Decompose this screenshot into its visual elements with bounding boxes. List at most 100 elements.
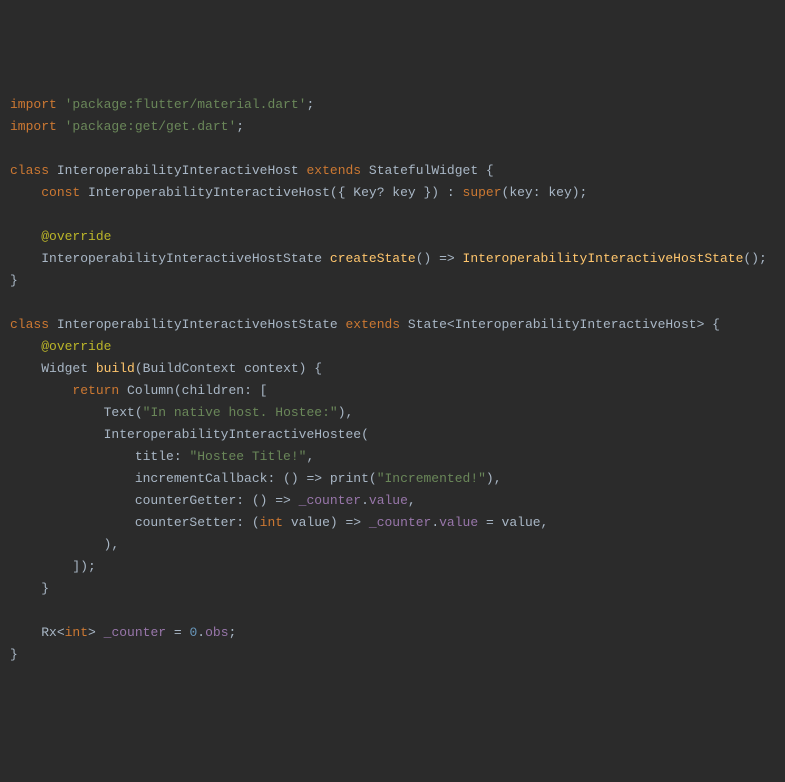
string-literal: 'package:flutter/material.dart' [65, 97, 307, 112]
close-paren-comma: ), [338, 405, 354, 420]
keyword: extends [346, 317, 401, 332]
code-line: } [10, 644, 775, 666]
named-arg: incrementCallback: () => [135, 471, 330, 486]
function-call: print [330, 471, 369, 486]
keyword: import [10, 119, 57, 134]
code-line [10, 204, 775, 226]
brace: { [704, 317, 720, 332]
code-line: } [10, 578, 775, 600]
named-arg: counterSetter: ( [135, 515, 260, 530]
semicolon: ; [229, 625, 237, 640]
method-name: createState [330, 251, 416, 266]
code-line [10, 600, 775, 622]
keyword: class [10, 317, 49, 332]
code-line: Text("In native host. Hostee:"), [10, 402, 775, 424]
comma: , [306, 449, 314, 464]
semicolon: ; [306, 97, 314, 112]
code-line: ]); [10, 556, 775, 578]
class-name: InteroperabilityInteractiveHost [57, 163, 299, 178]
named-arg: counterGetter: () => [135, 493, 299, 508]
code-line [10, 138, 775, 160]
generic-type: Rx< [41, 625, 64, 640]
code-line: incrementCallback: () => print("Incremen… [10, 468, 775, 490]
close-bracket-paren: ]); [72, 559, 95, 574]
string-literal: 'package:get/get.dart' [65, 119, 237, 134]
code-line: return Column(children: [ [10, 380, 775, 402]
code-editor[interactable]: import 'package:flutter/material.dart';i… [10, 94, 775, 666]
open-paren: ( [135, 405, 143, 420]
code-line: import 'package:flutter/material.dart'; [10, 94, 775, 116]
method-name: build [96, 361, 135, 376]
class-name: InteroperabilityInteractiveHostState [57, 317, 338, 332]
generic-close: > [88, 625, 104, 640]
keyword: return [72, 383, 119, 398]
string-literal: "Hostee Title!" [189, 449, 306, 464]
dot: . [431, 515, 439, 530]
code-line [10, 292, 775, 314]
param: value) => [283, 515, 369, 530]
arguments: (children: [ [174, 383, 268, 398]
comma: , [408, 493, 416, 508]
code-line: InteroperabilityInteractiveHostState cre… [10, 248, 775, 270]
brace: } [10, 273, 18, 288]
keyword: int [260, 515, 283, 530]
number-literal: 0 [189, 625, 197, 640]
brace: } [10, 647, 18, 662]
code-line: Rx<int> _counter = 0.obs; [10, 622, 775, 644]
code-line: InteroperabilityInteractiveHostee( [10, 424, 775, 446]
generic-type: State<InteroperabilityInteractiveHost> [408, 317, 704, 332]
super-args: (key: key); [502, 185, 588, 200]
keyword: super [463, 185, 502, 200]
return-type: InteroperabilityInteractiveHostState [41, 251, 322, 266]
constructor-call: InteroperabilityInteractiveHostState [463, 251, 744, 266]
code-line: } [10, 270, 775, 292]
keyword: const [41, 185, 80, 200]
code-line: counterGetter: () => _counter.value, [10, 490, 775, 512]
field-decl: _counter [104, 625, 166, 640]
close-paren-comma: ), [486, 471, 502, 486]
dot: . [361, 493, 369, 508]
keyword: extends [306, 163, 361, 178]
class-name: InteroperabilityInteractiveHost [88, 185, 330, 200]
property: value [369, 493, 408, 508]
open-paren: ( [369, 471, 377, 486]
field-ref: _counter [369, 515, 431, 530]
keyword: class [10, 163, 49, 178]
class-name: InteroperabilityInteractiveHostee [104, 427, 361, 442]
code-line: Widget build(BuildContext context) { [10, 358, 775, 380]
arrow-body: () => [416, 251, 463, 266]
property: obs [205, 625, 228, 640]
keyword: import [10, 97, 57, 112]
code-line: ), [10, 534, 775, 556]
code-line: @override [10, 336, 775, 358]
code-line: counterSetter: (int value) => _counter.v… [10, 512, 775, 534]
class-name: StatefulWidget [369, 163, 478, 178]
annotation: @override [41, 339, 111, 354]
assignment: = value, [478, 515, 548, 530]
field-ref: _counter [299, 493, 361, 508]
string-literal: "In native host. Hostee:" [143, 405, 338, 420]
code-line: import 'package:get/get.dart'; [10, 116, 775, 138]
brace: { [478, 163, 494, 178]
open-paren: ( [361, 427, 369, 442]
annotation: @override [41, 229, 111, 244]
parameters: ({ Key? key }) : [330, 185, 463, 200]
parentheses: (); [743, 251, 766, 266]
code-line: @override [10, 226, 775, 248]
code-line: title: "Hostee Title!", [10, 446, 775, 468]
named-arg: title: [135, 449, 190, 464]
dot: . [197, 625, 205, 640]
return-type: Widget [41, 361, 88, 376]
close-paren-comma: ), [104, 537, 120, 552]
semicolon: ; [236, 119, 244, 134]
property: value [439, 515, 478, 530]
class-name: Text [104, 405, 135, 420]
code-line: class InteroperabilityInteractiveHost ex… [10, 160, 775, 182]
code-line: class InteroperabilityInteractiveHostSta… [10, 314, 775, 336]
string-literal: "Incremented!" [377, 471, 486, 486]
keyword: int [65, 625, 88, 640]
brace: } [41, 581, 49, 596]
parameters: (BuildContext context) { [135, 361, 322, 376]
code-line: const InteroperabilityInteractiveHost({ … [10, 182, 775, 204]
class-name: Column [127, 383, 174, 398]
